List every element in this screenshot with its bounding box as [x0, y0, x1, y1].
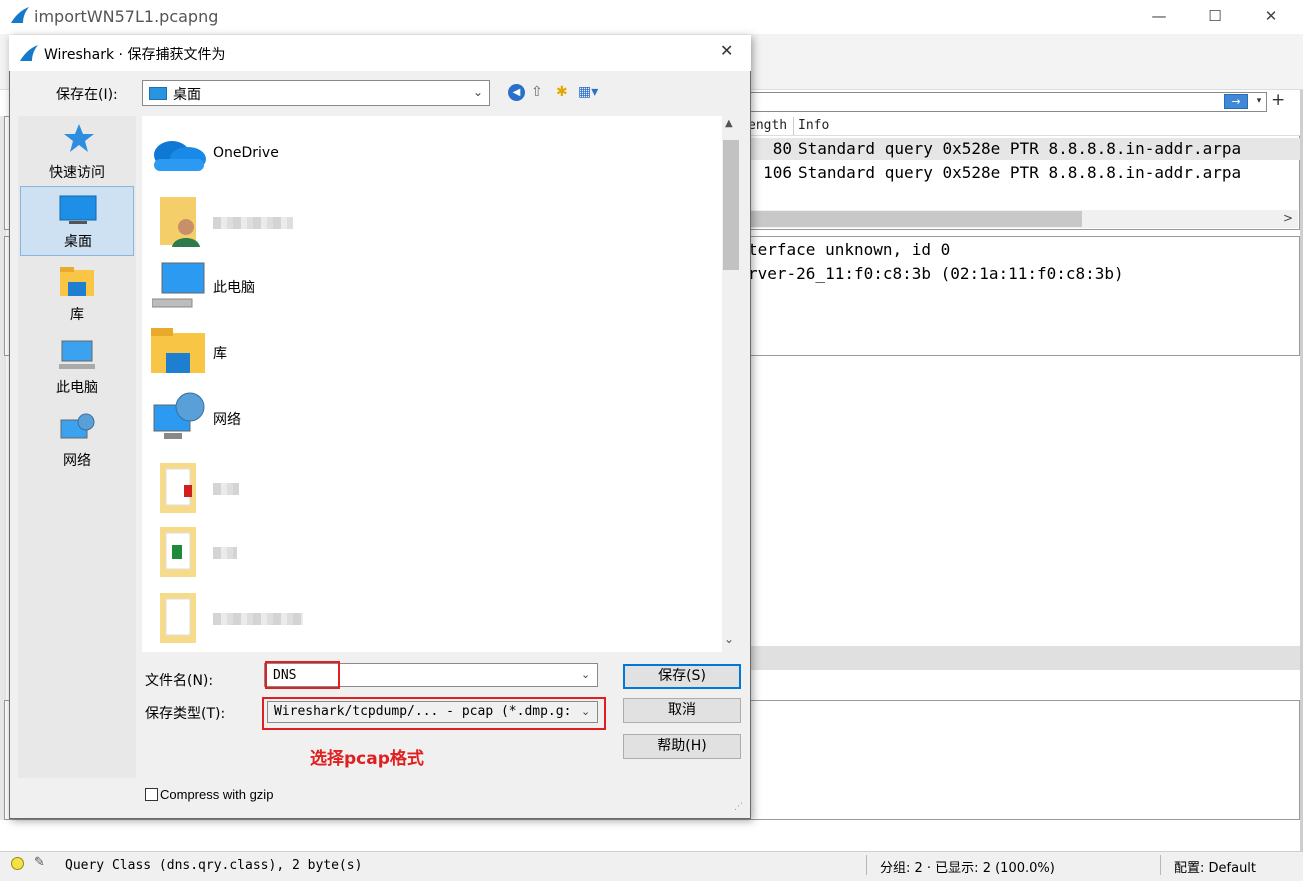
packet-info: Standard query 0x528e PTR 8.8.8.8.in-add… — [798, 139, 1242, 158]
file-label: 网络 — [213, 412, 241, 428]
detail-line[interactable]: terface unknown, id 0 — [748, 240, 950, 259]
library-icon — [151, 328, 205, 373]
annotation-highlight-box — [265, 661, 340, 689]
place-label: 桌面 — [64, 234, 92, 250]
edit-comment-icon[interactable]: ✎ — [34, 855, 45, 870]
hscroll-thumb[interactable] — [750, 211, 1082, 227]
gzip-checkbox[interactable] — [145, 788, 158, 801]
packet-row[interactable]: 80 Standard query 0x528e PTR 8.8.8.8.in-… — [750, 138, 1300, 160]
up-folder-icon[interactable]: ⇧ — [531, 84, 543, 100]
packet-row[interactable]: 106 Standard query 0x528e PTR 8.8.8.8.in… — [750, 162, 1300, 184]
file-label: 此电脑 — [213, 280, 255, 296]
file-item-user-folder[interactable] — [148, 189, 718, 251]
file-item-network[interactable]: 网络 — [148, 387, 718, 449]
minimize-button[interactable]: — — [1136, 5, 1182, 27]
user-folder-icon — [160, 197, 200, 247]
status-field-info: Query Class (dns.qry.class), 2 byte(s) — [65, 858, 363, 873]
network-icon — [60, 413, 95, 439]
middle-area — [750, 356, 1300, 646]
column-header-info[interactable]: Info — [798, 118, 829, 133]
view-menu-icon[interactable]: ▦▾ — [578, 84, 598, 100]
resize-grip-icon[interactable]: ⋰ — [734, 802, 743, 812]
filetype-label: 保存类型(T): — [145, 706, 226, 722]
filename-label: 文件名(N): — [145, 673, 214, 689]
status-profile[interactable]: 配置: Default — [1174, 857, 1256, 876]
file-label: 库 — [213, 346, 227, 362]
place-library[interactable]: 库 — [20, 260, 134, 330]
pane-separator — [750, 646, 1300, 670]
place-quick-access[interactable]: 快速访问 — [20, 118, 134, 188]
status-separator — [866, 855, 867, 875]
redacted-label — [213, 547, 237, 559]
add-filter-button[interactable]: + — [1271, 90, 1285, 110]
save-in-label: 保存在(I): — [56, 87, 118, 103]
dialog-close-button[interactable]: ✕ — [720, 41, 733, 60]
place-this-pc[interactable]: 此电脑 — [20, 333, 134, 403]
file-item-folder[interactable] — [148, 585, 718, 647]
column-header-length[interactable]: ength — [748, 118, 787, 133]
packet-length: 80 — [772, 139, 792, 158]
folder-icon — [160, 527, 196, 577]
scroll-right-icon[interactable]: > — [1283, 211, 1293, 225]
help-button[interactable]: 帮助(H) — [623, 734, 741, 759]
place-label: 库 — [70, 307, 84, 323]
main-window-title: importWN57L1.pcapng — [34, 7, 219, 26]
scroll-up-icon[interactable]: ▲ — [725, 118, 733, 129]
gzip-label: Compress with gzip — [160, 787, 274, 802]
scroll-down-icon[interactable]: ⌄ — [724, 632, 734, 646]
vscroll-thumb[interactable] — [723, 140, 739, 270]
chevron-down-icon[interactable]: ⌄ — [473, 85, 483, 99]
computer-icon — [152, 262, 205, 308]
wireshark-logo-icon — [11, 7, 29, 23]
expert-info-icon[interactable] — [11, 857, 24, 870]
detail-line[interactable]: rver-26_11:f0:c8:3b (02:1a:11:f0:c8:3b) — [748, 264, 1124, 283]
file-item-this-pc[interactable]: 此电脑 — [148, 255, 718, 317]
redacted-label — [213, 217, 293, 229]
cancel-button[interactable]: 取消 — [623, 698, 741, 723]
apply-filter-arrow-icon[interactable]: → — [1224, 94, 1248, 109]
place-desktop[interactable]: 桌面 — [20, 186, 134, 256]
file-item-onedrive[interactable]: OneDrive — [148, 123, 718, 185]
file-item-library[interactable]: 库 — [148, 321, 718, 383]
network-icon — [153, 392, 205, 439]
packet-list-header — [750, 116, 1300, 136]
annotation-text: 选择pcap格式 — [310, 749, 424, 769]
status-packet-count: 分组: 2 · 已显示: 2 (100.0%) — [880, 861, 1055, 876]
desktop-icon — [149, 87, 167, 100]
place-network[interactable]: 网络 — [20, 406, 134, 476]
computer-icon — [59, 340, 95, 369]
file-label: OneDrive — [213, 145, 279, 161]
redacted-label — [213, 483, 239, 495]
star-icon — [64, 124, 94, 152]
file-item-folder[interactable] — [148, 455, 718, 517]
place-label: 此电脑 — [56, 380, 98, 396]
place-label: 快速访问 — [49, 165, 105, 181]
onedrive-icon — [154, 141, 206, 171]
column-divider — [793, 117, 794, 135]
packet-info: Standard query 0x528e PTR 8.8.8.8.in-add… — [798, 163, 1242, 182]
maximize-button[interactable]: ☐ — [1192, 5, 1238, 27]
filter-dropdown-icon[interactable]: ▾ — [1253, 94, 1265, 109]
status-separator — [1160, 855, 1161, 875]
back-icon[interactable]: ◀ — [508, 84, 525, 101]
dialog-title: Wireshark · 保存捕获文件为 — [44, 47, 226, 63]
file-item-folder[interactable] — [148, 519, 718, 581]
chevron-down-icon[interactable]: ⌄ — [581, 668, 590, 681]
packet-length: 106 — [763, 163, 792, 182]
desktop-icon — [59, 195, 97, 224]
save-in-value: 桌面 — [173, 87, 201, 103]
new-folder-icon[interactable]: ✱ — [556, 84, 568, 100]
close-button[interactable]: ✕ — [1248, 5, 1294, 27]
display-filter-input[interactable] — [750, 92, 1267, 112]
annotation-highlight-box — [262, 697, 606, 730]
folder-icon — [160, 593, 196, 643]
folder-icon — [160, 463, 196, 513]
library-icon — [60, 267, 94, 296]
redacted-label — [213, 613, 303, 625]
place-label: 网络 — [63, 453, 91, 469]
save-button[interactable]: 保存(S) — [623, 664, 741, 689]
wireshark-logo-icon — [20, 45, 38, 61]
